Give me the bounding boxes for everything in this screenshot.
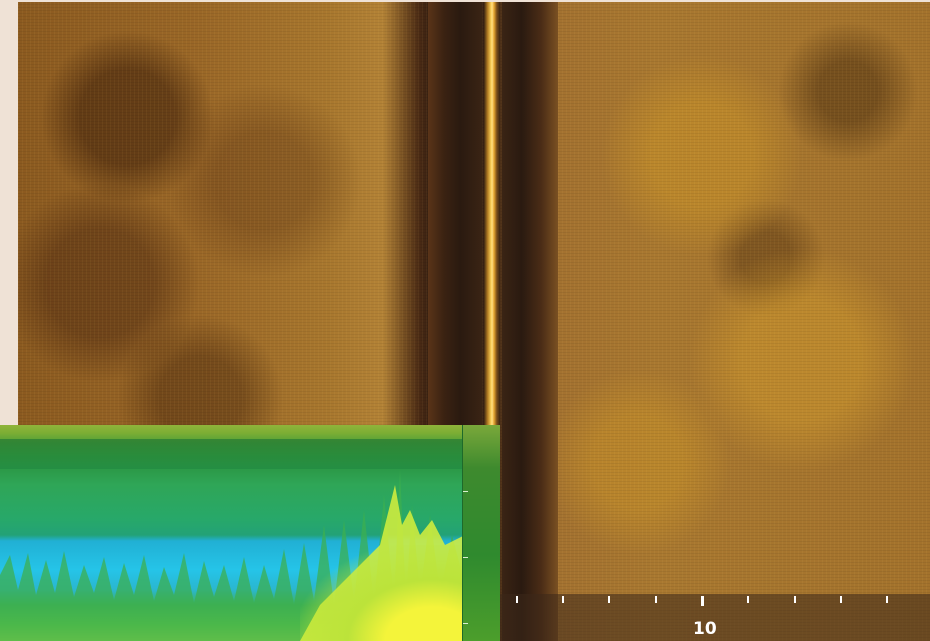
depth-tick (463, 557, 468, 558)
echogram-strong-return (300, 545, 465, 641)
water-column-starboard (502, 2, 558, 641)
depth-tick (463, 623, 468, 624)
scale-tick (747, 596, 749, 603)
echogram-inset-panel[interactable] (0, 425, 500, 641)
scale-tick-major (701, 596, 704, 606)
depth-tick (463, 491, 468, 492)
scale-tick (608, 596, 610, 603)
scale-tick (655, 596, 657, 603)
sonar-screen: 10 (0, 0, 930, 641)
scale-tick (794, 596, 796, 603)
scale-tick (840, 596, 842, 603)
scale-tick (562, 596, 564, 603)
scale-tick (516, 596, 518, 603)
echogram-depth-scale (462, 425, 500, 641)
range-scale-label: 10 (693, 619, 717, 639)
scale-tick (886, 596, 888, 603)
